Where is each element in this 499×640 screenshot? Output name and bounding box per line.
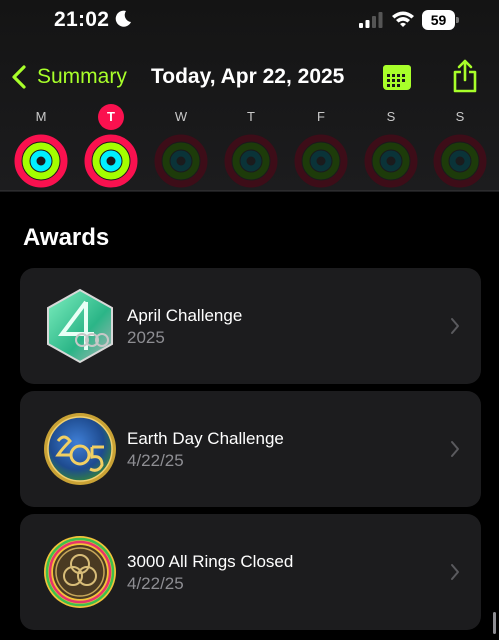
day-letter: S bbox=[386, 109, 396, 124]
activity-rings-icon bbox=[433, 134, 487, 188]
day-monday[interactable]: M bbox=[12, 104, 70, 188]
day-letter-today: T bbox=[98, 104, 124, 130]
earth-day-badge-icon bbox=[44, 413, 116, 485]
chevron-right-icon bbox=[451, 318, 459, 334]
chevron-left-icon bbox=[12, 65, 26, 89]
award-subtitle: 2025 bbox=[127, 328, 165, 347]
share-icon[interactable] bbox=[452, 59, 478, 93]
day-letter: W bbox=[174, 109, 188, 124]
status-time: 21:02 bbox=[54, 8, 110, 31]
moon-icon bbox=[115, 10, 131, 27]
day-sunday[interactable]: S bbox=[431, 104, 489, 188]
back-label: Summary bbox=[37, 65, 127, 88]
day-friday[interactable]: F bbox=[292, 104, 350, 188]
activity-rings-icon bbox=[364, 134, 418, 188]
activity-rings-icon bbox=[14, 134, 68, 188]
chevron-right-icon bbox=[451, 564, 459, 580]
awards-heading: Awards bbox=[23, 224, 110, 251]
chevron-right-icon bbox=[451, 441, 459, 457]
header-divider bbox=[0, 190, 499, 191]
back-button[interactable]: Summary bbox=[10, 62, 127, 92]
page-title: Today, Apr 22, 2025 bbox=[151, 65, 345, 88]
day-letter: M bbox=[35, 109, 47, 124]
award-title: April Challenge bbox=[127, 306, 243, 325]
award-subtitle: 4/22/25 bbox=[127, 574, 184, 593]
day-saturday[interactable]: S bbox=[362, 104, 420, 188]
award-subtitle: 4/22/25 bbox=[127, 451, 184, 470]
day-thursday[interactable]: T bbox=[222, 104, 280, 188]
award-title: Earth Day Challenge bbox=[127, 429, 284, 448]
scrollbar[interactable] bbox=[493, 612, 496, 634]
all-rings-closed-badge-icon bbox=[44, 536, 116, 608]
status-bar: 21:02 59 bbox=[0, 0, 499, 44]
day-letter: T bbox=[247, 109, 255, 124]
day-letter: S bbox=[455, 109, 465, 124]
battery-icon: 59 bbox=[422, 10, 460, 30]
award-title: 3000 All Rings Closed bbox=[127, 552, 294, 571]
calendar-icon[interactable] bbox=[382, 63, 412, 91]
award-card-april-challenge[interactable]: April Challenge 2025 bbox=[20, 268, 481, 384]
battery-level: 59 bbox=[422, 10, 455, 30]
day-wednesday[interactable]: W bbox=[152, 104, 210, 188]
award-card-all-rings-closed[interactable]: 3000 All Rings Closed 4/22/25 bbox=[20, 514, 481, 630]
wifi-icon bbox=[392, 11, 414, 27]
activity-rings-icon bbox=[294, 134, 348, 188]
day-letter: F bbox=[317, 109, 325, 124]
april-challenge-badge-icon bbox=[47, 288, 113, 364]
day-tuesday[interactable]: T bbox=[82, 104, 140, 188]
cellular-signal-icon bbox=[359, 12, 383, 28]
activity-rings-icon bbox=[224, 134, 278, 188]
activity-rings-icon bbox=[84, 134, 138, 188]
award-card-earth-day-challenge[interactable]: Earth Day Challenge 4/22/25 bbox=[20, 391, 481, 507]
activity-rings-icon bbox=[154, 134, 208, 188]
